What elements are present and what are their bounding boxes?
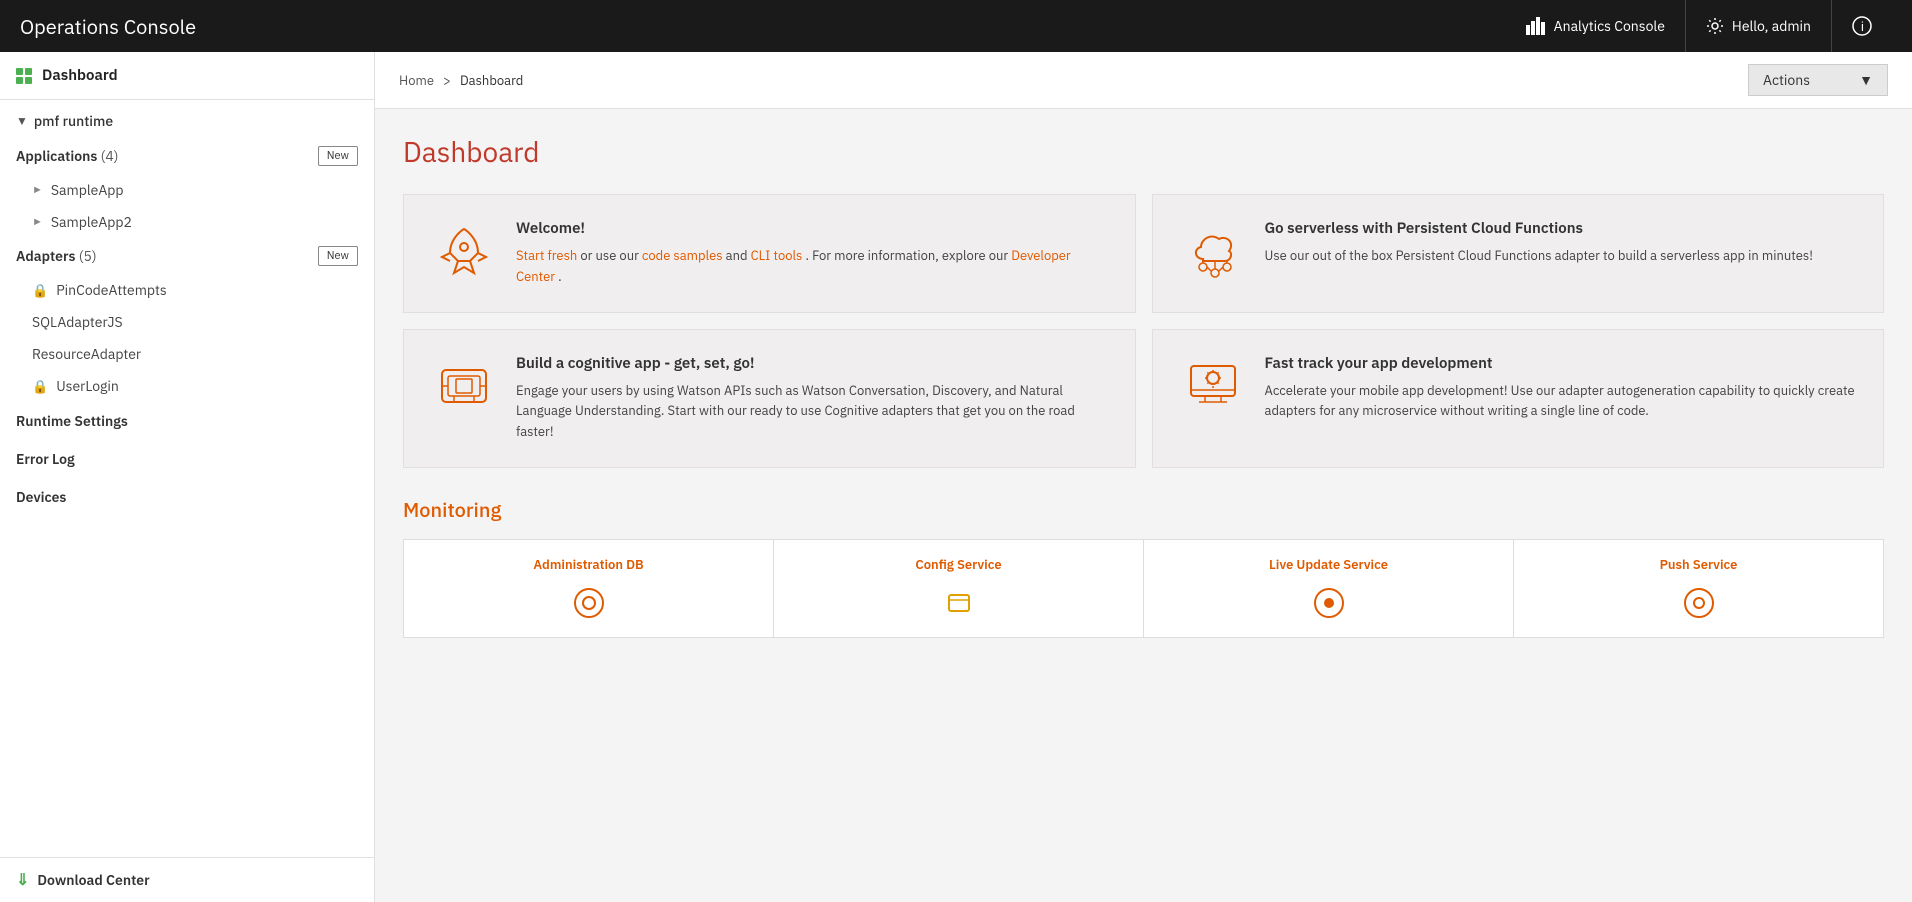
- actions-dropdown[interactable]: Actions ▼: [1748, 64, 1888, 96]
- main-content: Home > Dashboard Actions ▼ Dashboard: [375, 52, 1912, 902]
- chevron-right-icon: ►: [32, 215, 43, 229]
- fasttrack-card-title: Fast track your app development: [1265, 354, 1856, 373]
- monitoring-live-update: Live Update Service: [1144, 540, 1514, 637]
- content-area: Dashboard Welcome!: [375, 109, 1912, 662]
- main-layout: Dashboard ▼ pmf runtime Applications (4)…: [0, 52, 1912, 902]
- chevron-down-icon: ▼: [16, 114, 28, 129]
- sidebar-item-download-center[interactable]: ⇓ Download Center: [0, 857, 374, 902]
- serverless-card-body: Go serverless with Persistent Cloud Func…: [1265, 219, 1813, 267]
- fasttrack-card-text: Accelerate your mobile app development! …: [1265, 381, 1856, 423]
- push-service-status-icon: [1681, 585, 1717, 621]
- welcome-card-body: Welcome! Start fresh or use our code sam…: [516, 219, 1107, 288]
- live-update-status-icon: [1311, 585, 1347, 621]
- serverless-card-title: Go serverless with Persistent Cloud Func…: [1265, 219, 1813, 238]
- fasttrack-card-body: Fast track your app development Accelera…: [1265, 354, 1856, 423]
- welcome-card-text: Start fresh or use our code samples and …: [516, 246, 1107, 288]
- topbar: Home > Dashboard Actions ▼: [375, 52, 1912, 109]
- cards-grid: Welcome! Start fresh or use our code sam…: [403, 194, 1884, 468]
- sidebar-item-runtime-settings[interactable]: Runtime Settings: [0, 402, 374, 440]
- monitoring-title: Monitoring: [403, 496, 1884, 523]
- breadcrumb-current: Dashboard: [460, 72, 523, 89]
- cognitive-card-title: Build a cognitive app - get, set, go!: [516, 354, 1107, 373]
- lock-icon: 🔒: [32, 378, 48, 395]
- sidebar-item-devices[interactable]: Devices: [0, 478, 374, 516]
- analytics-icon: [1526, 17, 1546, 35]
- admin-db-title: Administration DB: [420, 556, 757, 573]
- code-samples-link[interactable]: code samples: [642, 247, 723, 264]
- welcome-card-title: Welcome!: [516, 219, 1107, 238]
- app-title: Operations Console: [20, 13, 196, 40]
- sidebar-applications-title: Applications (4): [16, 147, 118, 165]
- rocket-icon: [432, 219, 496, 283]
- sidebar-item-userlogin[interactable]: 🔒 UserLogin: [0, 370, 374, 402]
- serverless-card-text: Use our out of the box Persistent Cloud …: [1265, 246, 1813, 267]
- admin-db-status-icon: [571, 585, 607, 621]
- monitoring-cards: Administration DB Config Service: [403, 539, 1884, 638]
- sidebar-applications-group: Applications (4) New ► SampleApp ► Sampl…: [0, 138, 374, 238]
- dashboard-grid-icon: [16, 68, 32, 84]
- serverless-card: Go serverless with Persistent Cloud Func…: [1152, 194, 1885, 313]
- adapters-new-badge[interactable]: New: [318, 246, 358, 266]
- user-label: Hello, admin: [1732, 17, 1811, 35]
- cognitive-card-text: Engage your users by using Watson APIs s…: [516, 381, 1107, 443]
- sidebar-item-sqladapterjs[interactable]: SQLAdapterJS: [0, 306, 374, 338]
- download-icon: ⇓: [16, 870, 29, 890]
- sidebar: Dashboard ▼ pmf runtime Applications (4)…: [0, 52, 375, 902]
- header-actions: Analytics Console Hello, admin i: [1506, 0, 1892, 52]
- watson-icon: [432, 354, 496, 418]
- config-service-status-icon: [941, 585, 977, 621]
- sidebar-dashboard-label: Dashboard: [42, 66, 118, 85]
- config-service-title: Config Service: [790, 556, 1127, 573]
- header: Operations Console Analytics Console Hel…: [0, 0, 1912, 52]
- chevron-down-icon: ▼: [1859, 71, 1873, 89]
- cognitive-card: Build a cognitive app - get, set, go! En…: [403, 329, 1136, 468]
- sidebar-applications-header: Applications (4) New: [0, 138, 374, 174]
- breadcrumb-home[interactable]: Home: [399, 72, 434, 89]
- sidebar-runtime-header[interactable]: ▼ pmf runtime: [0, 100, 374, 138]
- user-menu-button[interactable]: Hello, admin: [1685, 0, 1831, 52]
- monitoring-section: Monitoring Administration DB Config Serv…: [403, 496, 1884, 638]
- analytics-console-button[interactable]: Analytics Console: [1506, 0, 1685, 52]
- svg-text:i: i: [1861, 19, 1864, 34]
- push-service-title: Push Service: [1530, 556, 1867, 573]
- welcome-card: Welcome! Start fresh or use our code sam…: [403, 194, 1136, 313]
- sidebar-item-resourceadapter[interactable]: ResourceAdapter: [0, 338, 374, 370]
- monitoring-admin-db: Administration DB: [404, 540, 774, 637]
- sidebar-item-sampleapp2[interactable]: ► SampleApp2: [0, 206, 374, 238]
- cloud-icon: [1181, 219, 1245, 283]
- cognitive-card-body: Build a cognitive app - get, set, go! En…: [516, 354, 1107, 443]
- live-update-title: Live Update Service: [1160, 556, 1497, 573]
- sidebar-dashboard[interactable]: Dashboard: [0, 52, 374, 100]
- cli-tools-link[interactable]: CLI tools: [751, 247, 803, 264]
- sidebar-adapters-group: Adapters (5) New 🔒 PinCodeAttempts SQLAd…: [0, 238, 374, 402]
- monitoring-config-service: Config Service: [774, 540, 1144, 637]
- sidebar-item-error-log[interactable]: Error Log: [0, 440, 374, 478]
- sidebar-adapters-header: Adapters (5) New: [0, 238, 374, 274]
- info-button[interactable]: i: [1831, 0, 1892, 52]
- monitoring-push-service: Push Service: [1514, 540, 1883, 637]
- sidebar-adapters-title: Adapters (5): [16, 247, 97, 265]
- actions-label: Actions: [1763, 71, 1810, 89]
- analytics-console-label: Analytics Console: [1554, 17, 1665, 35]
- sidebar-download-label: Download Center: [37, 871, 149, 889]
- info-icon: i: [1852, 16, 1872, 36]
- lock-icon: 🔒: [32, 282, 48, 299]
- breadcrumb: Home > Dashboard: [399, 72, 523, 89]
- gear-monitor-icon: [1181, 354, 1245, 418]
- applications-new-badge[interactable]: New: [318, 146, 358, 166]
- gear-icon: [1706, 17, 1724, 35]
- sidebar-item-sampleapp[interactable]: ► SampleApp: [0, 174, 374, 206]
- page-title: Dashboard: [403, 133, 1884, 170]
- fasttrack-card: Fast track your app development Accelera…: [1152, 329, 1885, 468]
- start-fresh-link[interactable]: Start fresh: [516, 247, 577, 264]
- sidebar-item-pincodeAttempts[interactable]: 🔒 PinCodeAttempts: [0, 274, 374, 306]
- chevron-right-icon: ►: [32, 183, 43, 197]
- sidebar-runtime-label: pmf runtime: [34, 112, 113, 130]
